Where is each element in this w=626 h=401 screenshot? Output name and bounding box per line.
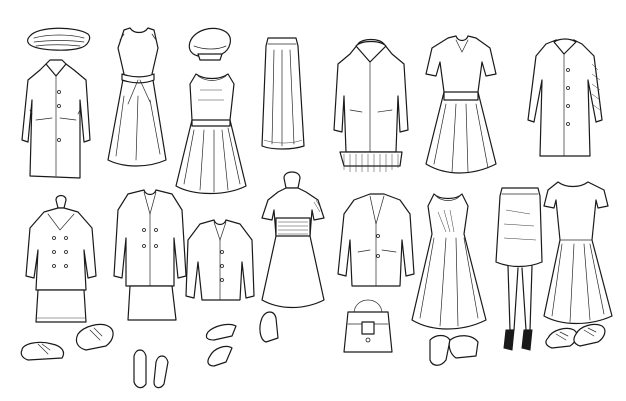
sleeveless-flared-dress xyxy=(175,73,247,195)
pumps xyxy=(133,349,169,389)
hooded-parka xyxy=(333,38,409,172)
scarf xyxy=(27,27,91,51)
beret-hat xyxy=(188,27,231,61)
double-breasted-suit-on-mannequin xyxy=(25,194,97,323)
long-button-coat xyxy=(527,38,603,157)
clothing-sketch-canvas xyxy=(20,27,613,389)
lace-up-heels xyxy=(429,334,479,366)
oxford-shoes xyxy=(20,323,114,361)
two-piece-skirt-suit xyxy=(113,189,187,321)
sleeveless-belted-dress xyxy=(107,27,167,167)
sleeveless-a-line-dress xyxy=(411,193,487,330)
blazer xyxy=(337,193,415,287)
handbag xyxy=(343,299,393,353)
fitted-jacket xyxy=(185,219,255,301)
short-sleeve-belted-dress xyxy=(425,35,497,174)
long-pencil-skirt xyxy=(261,37,305,150)
short-sleeve-dress xyxy=(543,181,613,325)
fashion-sketch-illustration xyxy=(0,0,626,401)
pencil-skirt-on-legs xyxy=(495,187,543,351)
coat-with-collar xyxy=(21,59,91,179)
high-heel-shoes xyxy=(205,311,279,367)
sneakers xyxy=(545,323,606,349)
dress-on-mannequin xyxy=(261,171,325,309)
